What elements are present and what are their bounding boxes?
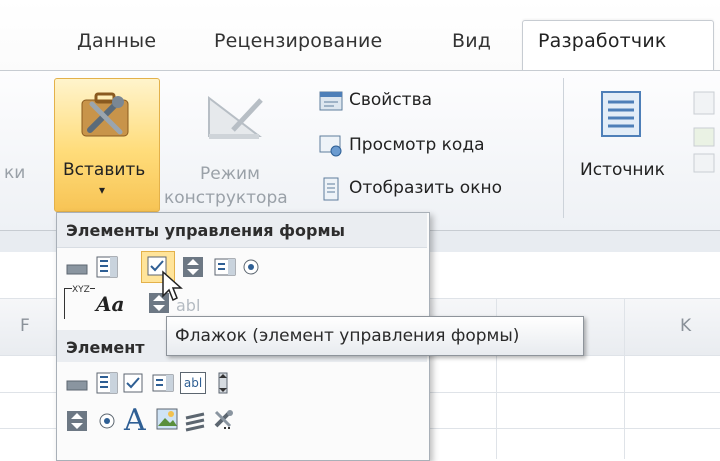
tools-icon (81, 92, 129, 137)
ribbon-partial-label: ки (4, 163, 26, 183)
show-window-button[interactable]: Отобразить окно (349, 178, 502, 198)
activex-option-button-icon[interactable] (96, 410, 118, 432)
column-header-k[interactable]: K (680, 316, 691, 336)
option-button-control-icon[interactable] (240, 256, 262, 278)
design-mode-label-1: Режим (200, 164, 260, 184)
source-icon (601, 91, 641, 137)
view-code-icon (319, 135, 342, 157)
activex-image-icon[interactable] (156, 408, 178, 430)
tab-view[interactable]: Вид (452, 30, 491, 52)
combobox-control-icon[interactable] (96, 256, 118, 278)
form-controls-title: Элементы управления формы (66, 221, 346, 240)
insert-dropdown-arrow: ▾ (99, 183, 106, 197)
design-mode-icon (208, 95, 263, 139)
activex-more-controls-icon[interactable] (212, 408, 234, 430)
activex-checkbox-icon[interactable] (122, 372, 144, 394)
design-mode-label-2: конструктора (164, 188, 288, 208)
activex-scrollbar-icon[interactable] (212, 372, 234, 394)
insert-button-label: Вставить (63, 160, 146, 180)
view-code-button[interactable]: Просмотр кода (349, 135, 485, 155)
button-control-icon[interactable] (66, 258, 88, 280)
activex-toggle-button-icon[interactable] (184, 410, 206, 432)
activex-combobox-icon[interactable] (96, 372, 118, 394)
activex-label-icon[interactable]: A (124, 403, 146, 438)
listbox-control-icon[interactable] (214, 256, 236, 278)
tab-data[interactable]: Данные (77, 30, 156, 52)
tab-developer-label: Разработчик (538, 30, 667, 52)
tab-review[interactable]: Рецензирование (214, 30, 382, 52)
properties-icon (319, 91, 343, 111)
activex-listbox-icon[interactable] (152, 372, 174, 394)
activex-spinner-icon[interactable] (66, 410, 88, 432)
activex-textbox-icon[interactable]: abl (180, 372, 206, 394)
checkbox-tooltip: Флажок (элемент управления формы) (166, 316, 584, 356)
activex-button-icon[interactable] (66, 374, 88, 396)
mouse-cursor-icon (162, 270, 183, 302)
show-window-icon (323, 177, 339, 201)
label-control-icon[interactable]: Aa (96, 292, 124, 316)
group-box-label: XYZ (72, 285, 90, 295)
properties-button[interactable]: Свойства (349, 90, 432, 110)
column-header-f[interactable]: F (20, 316, 30, 336)
xml-partial-icons (693, 91, 715, 173)
grid-line (624, 298, 625, 459)
group-separator (563, 78, 564, 218)
source-button[interactable]: Источник (580, 160, 665, 180)
activex-controls-title: Элемент (66, 338, 145, 357)
